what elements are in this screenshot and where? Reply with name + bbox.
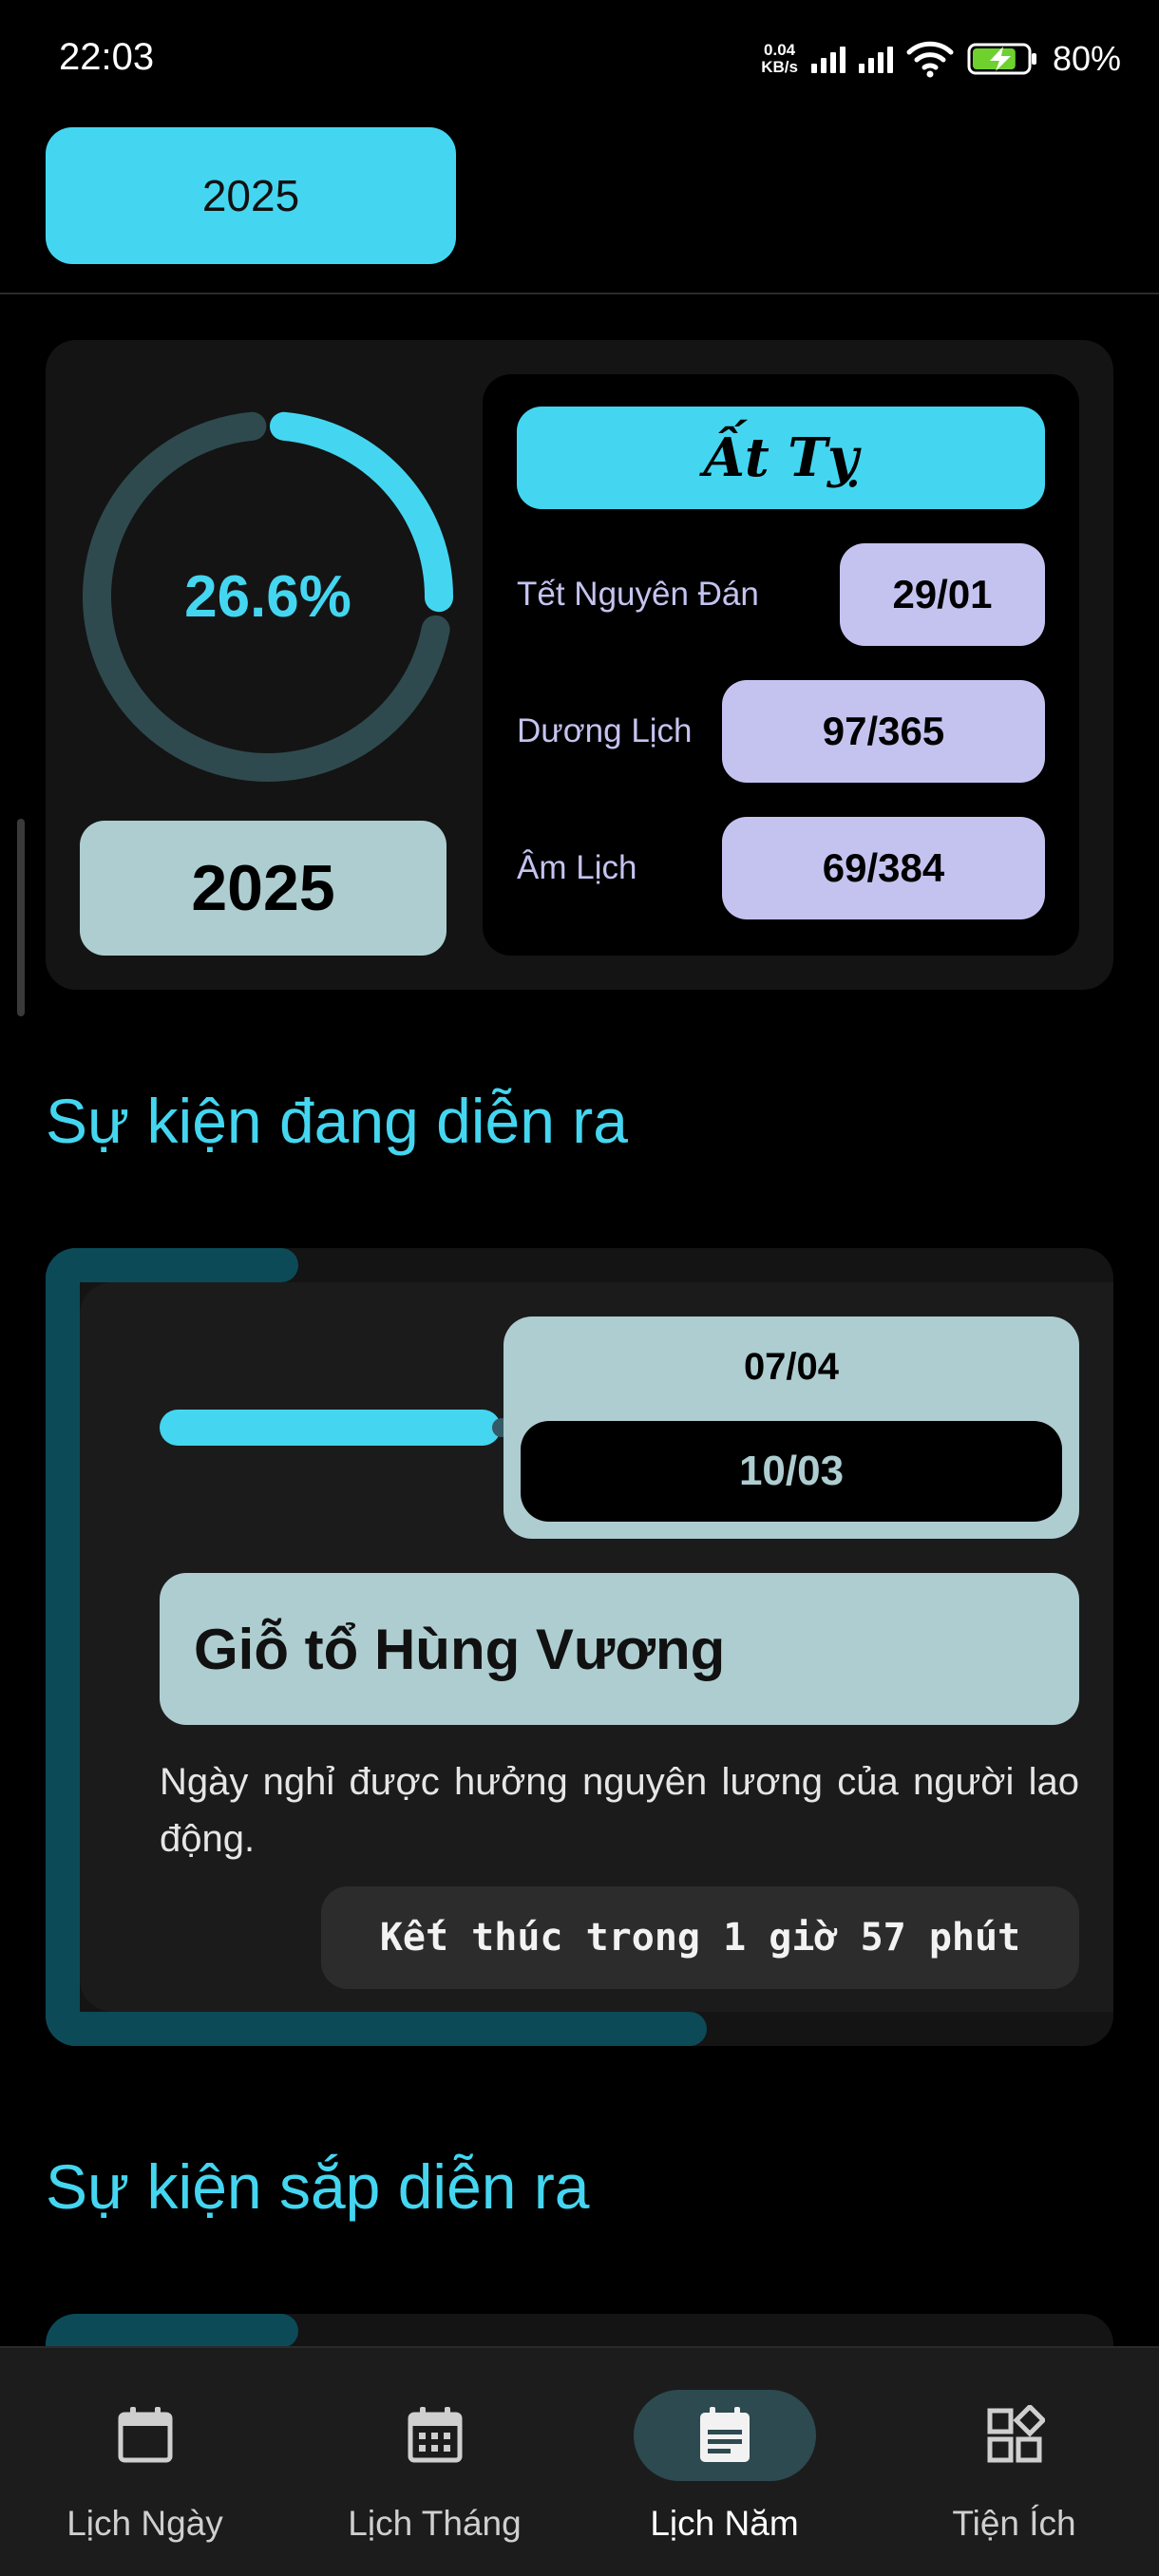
status-bar: 22:03 0.04 KB/s 80%: [0, 0, 1159, 114]
event-description: Ngày nghỉ được hưởng nguyên lương của ng…: [160, 1761, 1079, 1860]
status-icons: 0.04 KB/s 80%: [761, 32, 1121, 85]
bottom-navigation: Lịch Ngày Lịch Tháng Lịch Năm Tiện Ích: [0, 2346, 1159, 2576]
event-card-body: 07/04 10/03 Giỗ tổ Hùng Vương Ngày nghỉ …: [80, 1282, 1113, 2012]
divider: [0, 293, 1159, 294]
network-speed-unit: KB/s: [761, 58, 798, 76]
section-title-current: Sự kiện đang diễn ra: [46, 1086, 628, 1156]
event-accent: [46, 2314, 298, 2348]
year-progress-ring: 26.6%: [72, 401, 464, 792]
wifi-icon: [906, 41, 954, 78]
signal-icon: [858, 45, 893, 73]
signal-icon: [810, 45, 846, 73]
info-value: 69/384: [722, 817, 1045, 919]
year-progress-percent: 26.6%: [184, 563, 352, 630]
battery-percent: 80%: [1052, 39, 1121, 78]
event-progress-fill: [160, 1410, 501, 1446]
info-label: Âm Lịch: [517, 849, 637, 886]
battery-charging-icon: [967, 43, 1036, 75]
status-time: 22:03: [59, 36, 155, 78]
nav-icon-container: [54, 2390, 237, 2481]
info-row-tet: Tết Nguyên Đán 29/01: [517, 543, 1045, 646]
section-title-upcoming: Sự kiện sắp diễn ra: [46, 2151, 590, 2222]
info-value: 97/365: [722, 680, 1045, 783]
event-lunar-date: 10/03: [521, 1421, 1062, 1522]
network-speed: 0.04 KB/s: [761, 42, 798, 76]
nav-item-lich-thang[interactable]: Lịch Tháng: [290, 2348, 580, 2576]
event-accent: [46, 1248, 298, 1282]
event-date-box: 07/04 10/03: [504, 1316, 1079, 1539]
calendar-year-icon: [699, 2407, 750, 2462]
nav-item-tien-ich[interactable]: Tiện Ích: [869, 2348, 1159, 2576]
event-progress-bar: [160, 1410, 511, 1446]
info-row-solar: Dương Lịch 97/365: [517, 680, 1045, 783]
event-accent: [46, 1248, 80, 2046]
year-info-panel: Ất Tỵ Tết Nguyên Đán 29/01 Dương Lịch 97…: [483, 374, 1079, 956]
info-label: Dương Lịch: [517, 712, 693, 749]
widgets-icon: [987, 2405, 1045, 2463]
event-accent: [46, 2012, 707, 2046]
nav-label: Lịch Năm: [650, 2504, 799, 2543]
year-selector-button[interactable]: 2025: [46, 127, 456, 264]
info-value: 29/01: [840, 543, 1045, 646]
nav-item-lich-ngay[interactable]: Lịch Ngày: [0, 2348, 290, 2576]
year-summary-card: 26.6% 2025 Ất Tỵ Tết Nguyên Đán 29/01 Dư…: [46, 340, 1113, 990]
event-card[interactable]: 07/04 10/03 Giỗ tổ Hùng Vương Ngày nghỉ …: [46, 1248, 1113, 2046]
nav-label: Lịch Ngày: [66, 2504, 223, 2543]
nav-icon-container: [633, 2390, 816, 2481]
nav-item-lich-nam[interactable]: Lịch Năm: [580, 2348, 869, 2576]
nav-icon-container: [923, 2390, 1106, 2481]
calendar-day-icon: [118, 2407, 172, 2463]
event-solar-date: 07/04: [743, 1345, 840, 1388]
year-badge: 2025: [80, 821, 446, 956]
info-row-lunar: Âm Lịch 69/384: [517, 817, 1045, 919]
calendar-month-icon: [408, 2407, 462, 2463]
info-label: Tết Nguyên Đán: [517, 576, 759, 613]
can-chi-label: Ất Tỵ: [517, 407, 1045, 509]
nav-label: Lịch Tháng: [348, 2504, 522, 2543]
nav-icon-container: [344, 2390, 526, 2481]
network-speed-value: 0.04: [764, 41, 796, 59]
event-countdown: Kết thúc trong 1 giờ 57 phút: [321, 1886, 1079, 1989]
nav-label: Tiện Ích: [952, 2504, 1076, 2543]
scrollbar[interactable]: [17, 819, 25, 1016]
event-title: Giỗ tổ Hùng Vương: [160, 1573, 1079, 1725]
